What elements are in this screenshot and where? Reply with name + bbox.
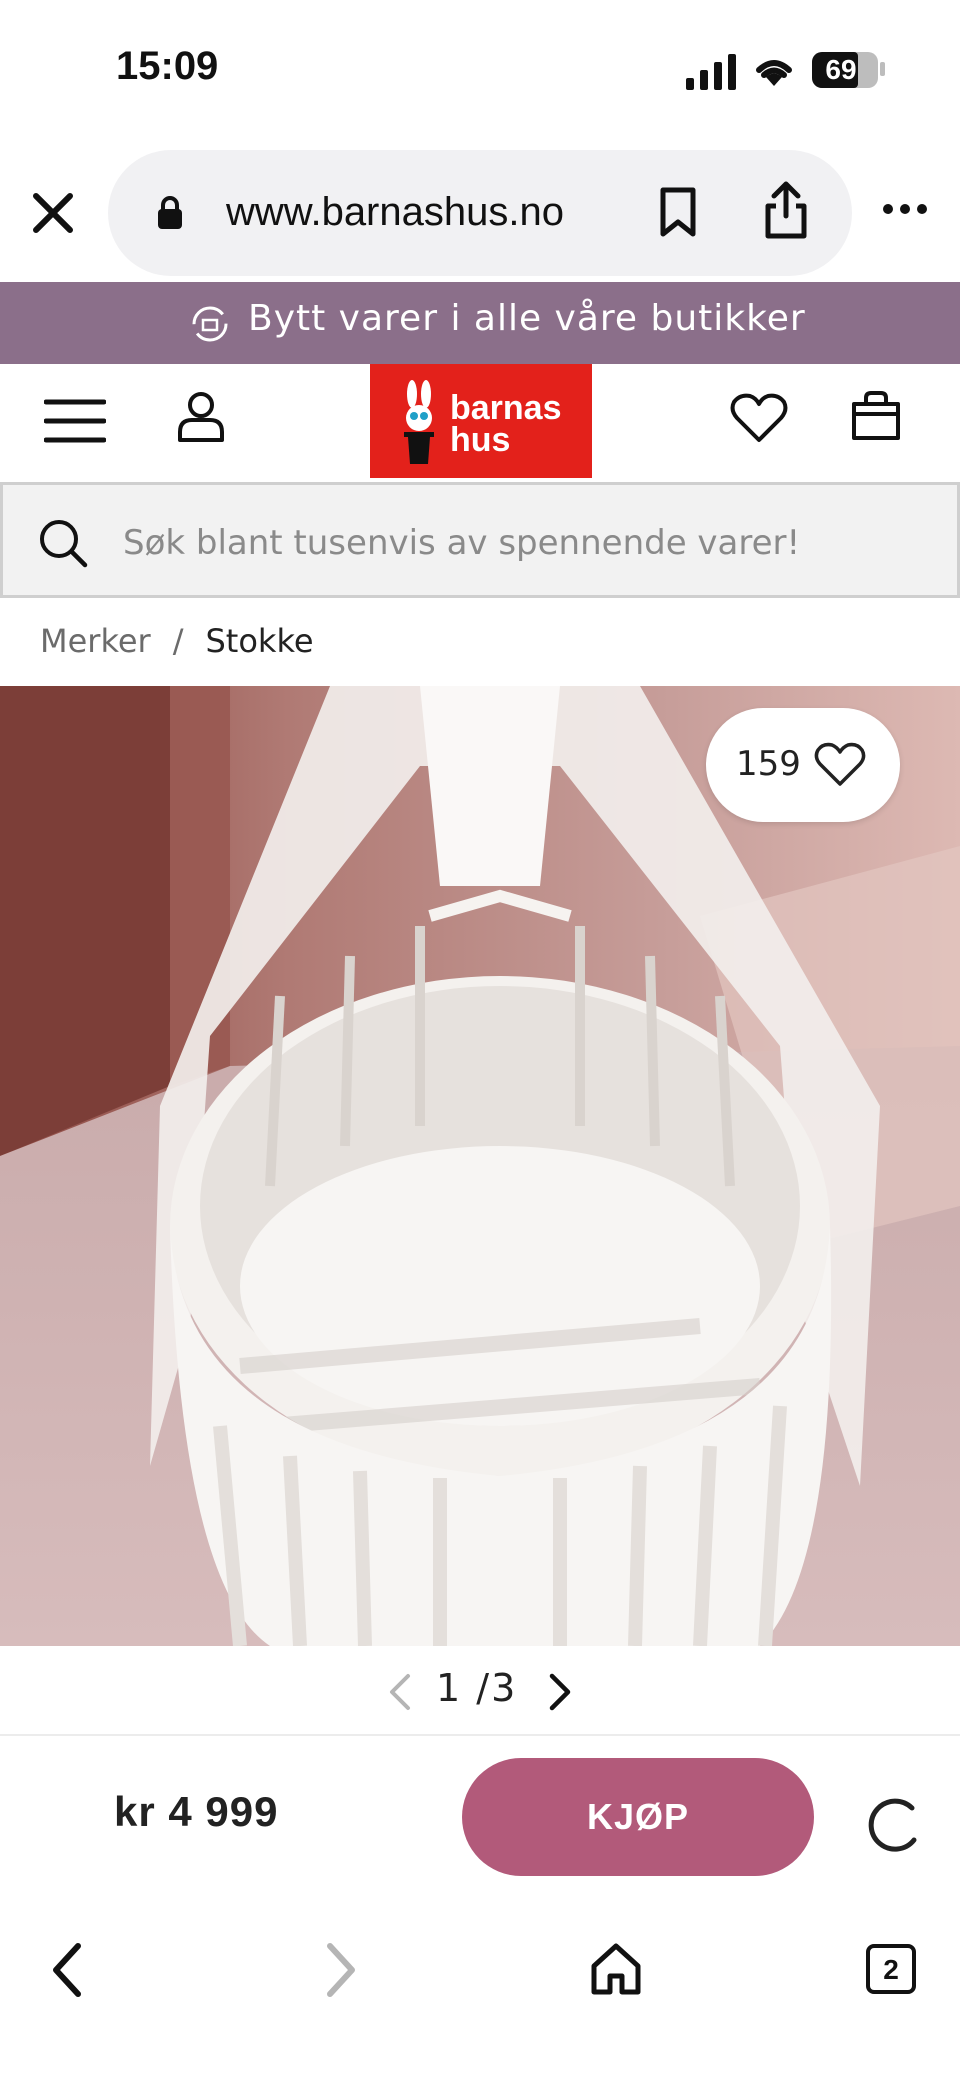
promo-banner[interactable]: Bytt varer i alle våre butikker	[0, 282, 960, 364]
cart-icon[interactable]	[850, 390, 902, 442]
battery-icon: 69	[812, 52, 878, 88]
close-icon[interactable]	[32, 192, 74, 234]
breadcrumb-merker[interactable]: Merker	[40, 622, 151, 660]
status-bar: 15:09 69	[0, 0, 960, 140]
search-icon	[40, 520, 88, 568]
heart-icon	[814, 742, 866, 786]
buy-bar: kr 4 999 KJØP	[0, 1734, 960, 1884]
likes-button[interactable]: 159	[706, 708, 900, 822]
browser-nav-bar: 2	[0, 1884, 960, 2081]
wifi-icon	[756, 60, 792, 86]
share-icon[interactable]	[762, 180, 810, 240]
search-placeholder: Søk blant tusenvis av spennende varer!	[123, 523, 801, 563]
url-text: www.barnashus.no	[226, 190, 564, 234]
tabs-button[interactable]: 2	[866, 1944, 916, 1994]
battery-level: 69	[825, 54, 857, 85]
menu-icon[interactable]	[44, 398, 106, 444]
signal-icon	[686, 54, 736, 90]
search-bar[interactable]: Søk blant tusenvis av spennende varer!	[0, 482, 960, 598]
likes-count: 159	[736, 744, 801, 784]
forward-icon[interactable]	[324, 1942, 358, 1998]
browser-toolbar: www.barnashus.no	[0, 140, 960, 282]
breadcrumb: Merker / Stokke	[40, 622, 314, 660]
lock-icon	[158, 196, 182, 229]
more-icon[interactable]	[882, 202, 928, 216]
product-image[interactable]: 159	[0, 686, 960, 1646]
product-price: kr 4 999	[114, 1788, 279, 1835]
bunny-logo-icon	[404, 380, 434, 464]
chevron-right-icon[interactable]	[548, 1672, 574, 1712]
status-time: 15:09	[116, 44, 219, 88]
home-icon[interactable]	[590, 1942, 642, 1996]
promo-text: Bytt varer i alle våre butikker	[248, 298, 806, 339]
breadcrumb-stokke: Stokke	[205, 622, 314, 660]
buy-button[interactable]: KJØP	[462, 1758, 814, 1876]
site-logo[interactable]: barnas hus	[370, 364, 592, 478]
breadcrumb-separator: /	[172, 622, 184, 660]
image-pager: 1 /3	[0, 1646, 960, 1732]
pager-total: 3	[491, 1666, 518, 1710]
loading-spinner-icon	[868, 1798, 917, 1852]
user-icon[interactable]	[176, 390, 226, 444]
site-header: barnas hus	[0, 364, 960, 480]
exchange-icon	[192, 306, 228, 342]
pager-separator: /	[476, 1666, 492, 1710]
address-bar[interactable]: www.barnashus.no	[108, 150, 852, 276]
chevron-left-icon[interactable]	[386, 1672, 412, 1712]
battery-cap	[880, 62, 885, 76]
logo-word-1: barnas	[450, 389, 562, 427]
bookmark-icon[interactable]	[658, 186, 698, 238]
pager-count: 1 /3	[436, 1666, 517, 1710]
logo-word-2: hus	[450, 421, 511, 459]
crib-photo	[0, 686, 960, 1646]
tab-count: 2	[883, 1954, 899, 1985]
back-icon[interactable]	[50, 1942, 84, 1998]
heart-icon[interactable]	[730, 392, 788, 444]
pager-current: 1	[436, 1666, 463, 1710]
